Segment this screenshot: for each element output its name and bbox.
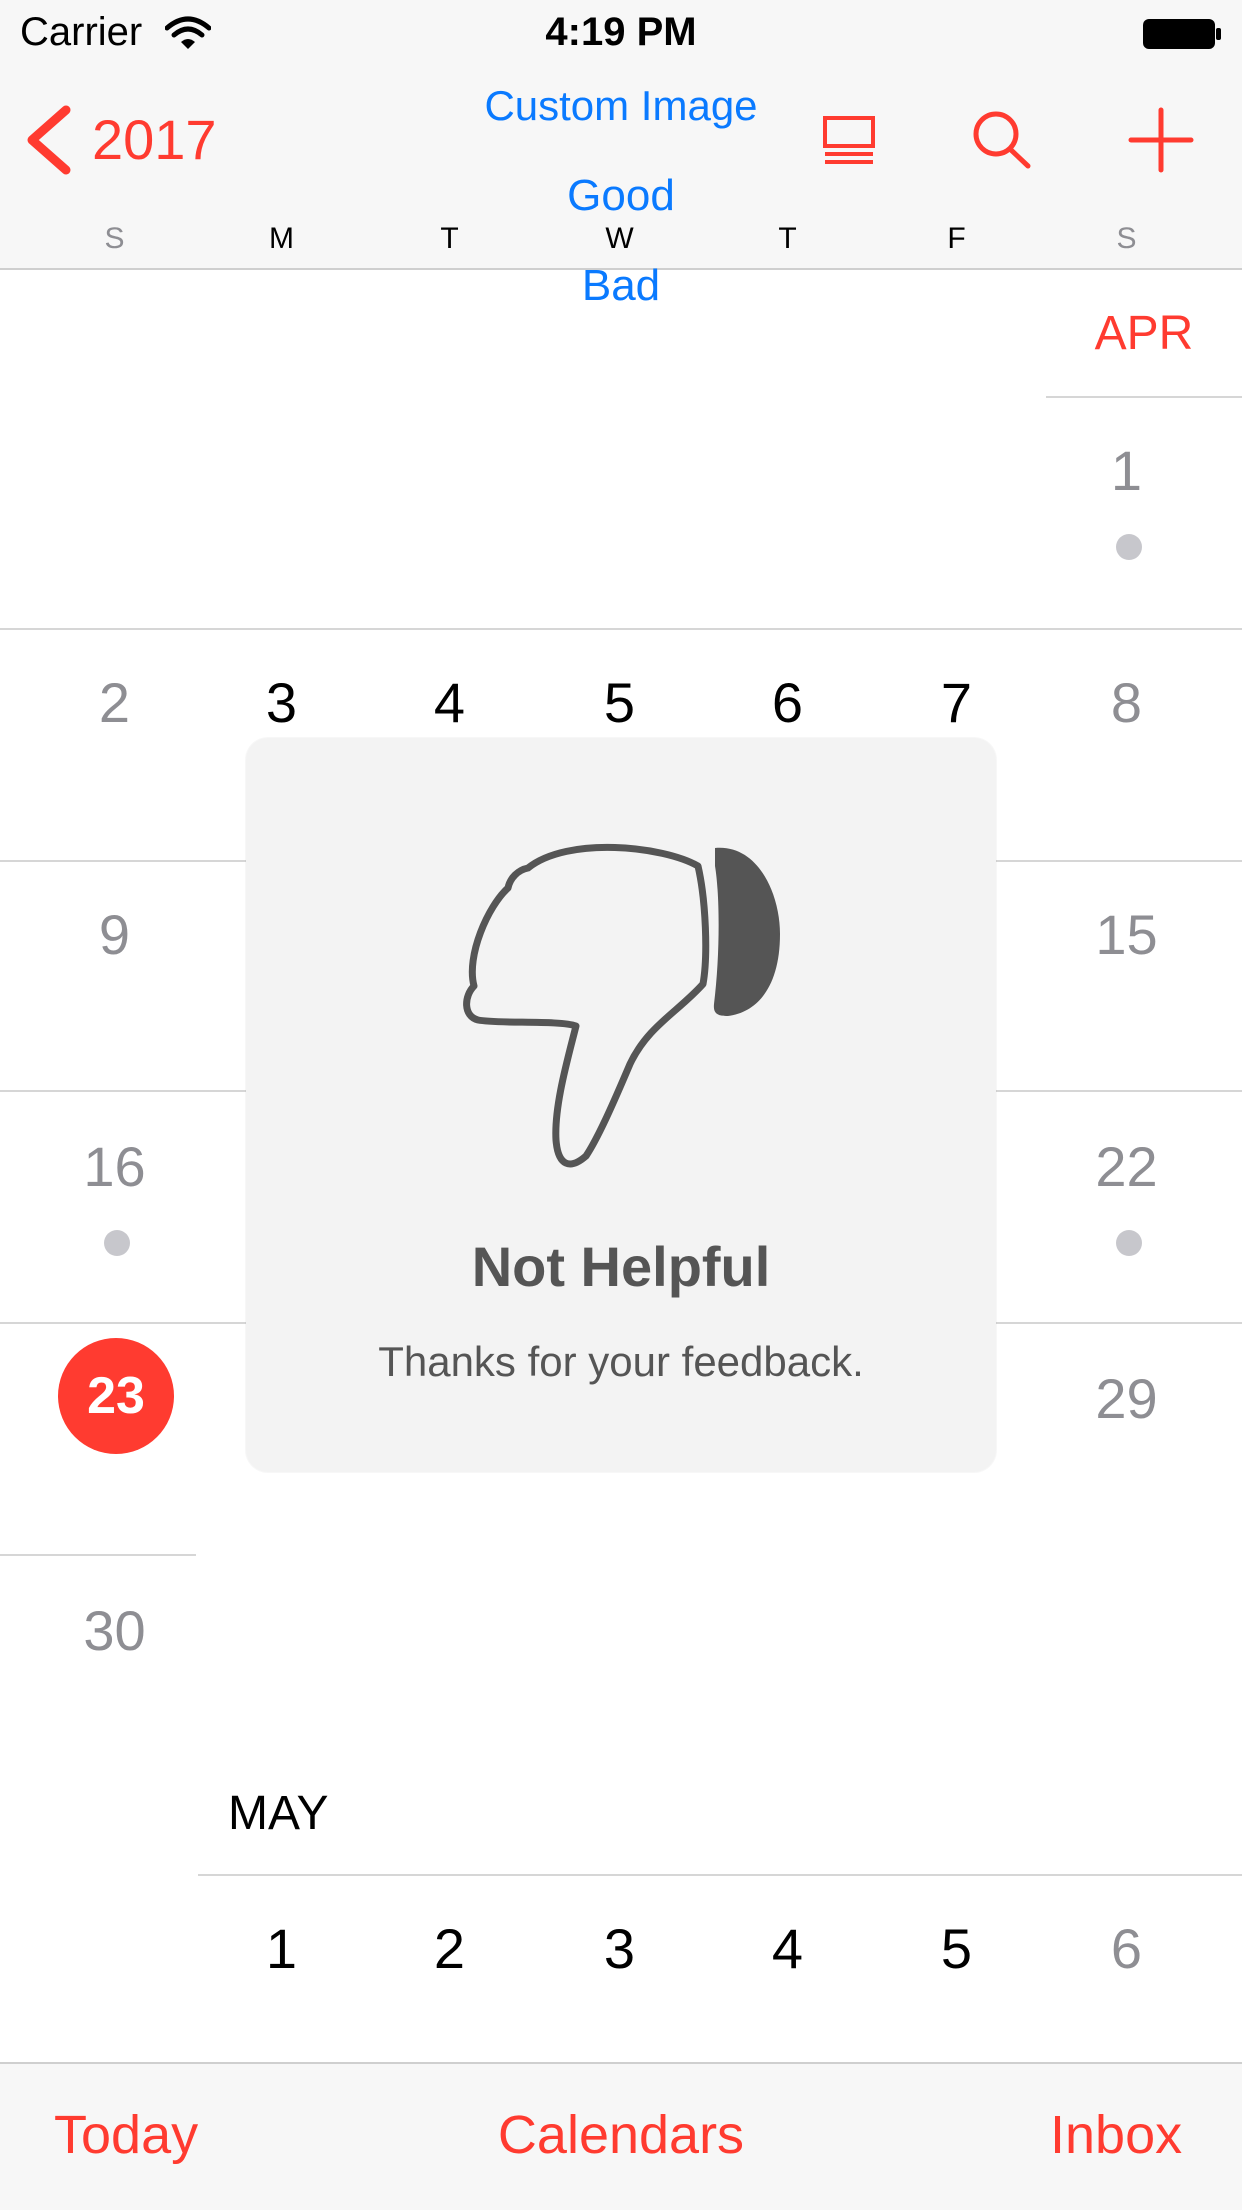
- hud-title: Not Helpful: [471, 1235, 771, 1298]
- thumbs-down-icon: [463, 843, 780, 1168]
- add-icon[interactable]: [1126, 104, 1196, 176]
- divider: [0, 628, 1242, 630]
- day-cell[interactable]: 6: [703, 670, 872, 735]
- weekday-fri: F: [947, 222, 966, 255]
- divider: [1046, 396, 1242, 398]
- day-cell[interactable]: 3: [535, 1916, 704, 1981]
- event-dot: [1116, 534, 1142, 560]
- custom-image-option[interactable]: Custom Image: [371, 78, 871, 134]
- battery-icon: [1143, 19, 1221, 49]
- day-cell[interactable]: 5: [535, 670, 704, 735]
- hud-message: Thanks for your feedback.: [378, 1338, 864, 1385]
- day-cell[interactable]: 8: [1042, 670, 1211, 735]
- divider: [0, 1554, 196, 1556]
- search-icon[interactable]: [966, 104, 1036, 176]
- weekday-sat: S: [1116, 222, 1137, 255]
- good-option[interactable]: Good: [371, 168, 871, 224]
- status-time: 4:19 PM: [545, 10, 697, 54]
- day-cell[interactable]: 1: [1042, 438, 1211, 503]
- bad-option[interactable]: Bad: [371, 258, 871, 314]
- tab-inbox[interactable]: Inbox: [1050, 2104, 1182, 2166]
- weekday-wed: W: [605, 222, 634, 255]
- divider: [198, 1874, 1242, 1876]
- back-year-button[interactable]: 2017: [92, 104, 217, 176]
- month-label-may: MAY: [228, 1787, 329, 1840]
- day-cell[interactable]: 6: [1042, 1916, 1211, 1981]
- day-cell[interactable]: 3: [197, 670, 366, 735]
- back-chevron-icon[interactable]: [22, 104, 74, 176]
- day-cell[interactable]: 16: [30, 1134, 199, 1199]
- day-cell[interactable]: 15: [1042, 902, 1211, 967]
- event-dot: [104, 1230, 130, 1256]
- day-cell[interactable]: 29: [1042, 1366, 1211, 1431]
- day-cell[interactable]: 7: [872, 670, 1041, 735]
- weekday-tue: T: [440, 222, 459, 255]
- weekday-sun: S: [104, 222, 125, 255]
- weekday-thu: T: [778, 222, 797, 255]
- month-label-april: APR: [1094, 307, 1194, 360]
- event-dot: [1116, 1230, 1142, 1256]
- day-cell[interactable]: 1: [197, 1916, 366, 1981]
- day-cell[interactable]: 30: [30, 1598, 199, 1663]
- day-cell-today[interactable]: 23: [58, 1338, 174, 1454]
- day-cell[interactable]: 2: [365, 1916, 534, 1981]
- day-cell[interactable]: 4: [365, 670, 534, 735]
- day-cell[interactable]: 22: [1042, 1134, 1211, 1199]
- day-cell[interactable]: 2: [30, 670, 199, 735]
- list-view-icon[interactable]: [815, 104, 885, 176]
- day-cell[interactable]: 4: [703, 1916, 872, 1981]
- day-cell[interactable]: 9: [30, 902, 199, 967]
- day-cell[interactable]: 5: [872, 1916, 1041, 1981]
- weekday-mon: M: [269, 222, 294, 255]
